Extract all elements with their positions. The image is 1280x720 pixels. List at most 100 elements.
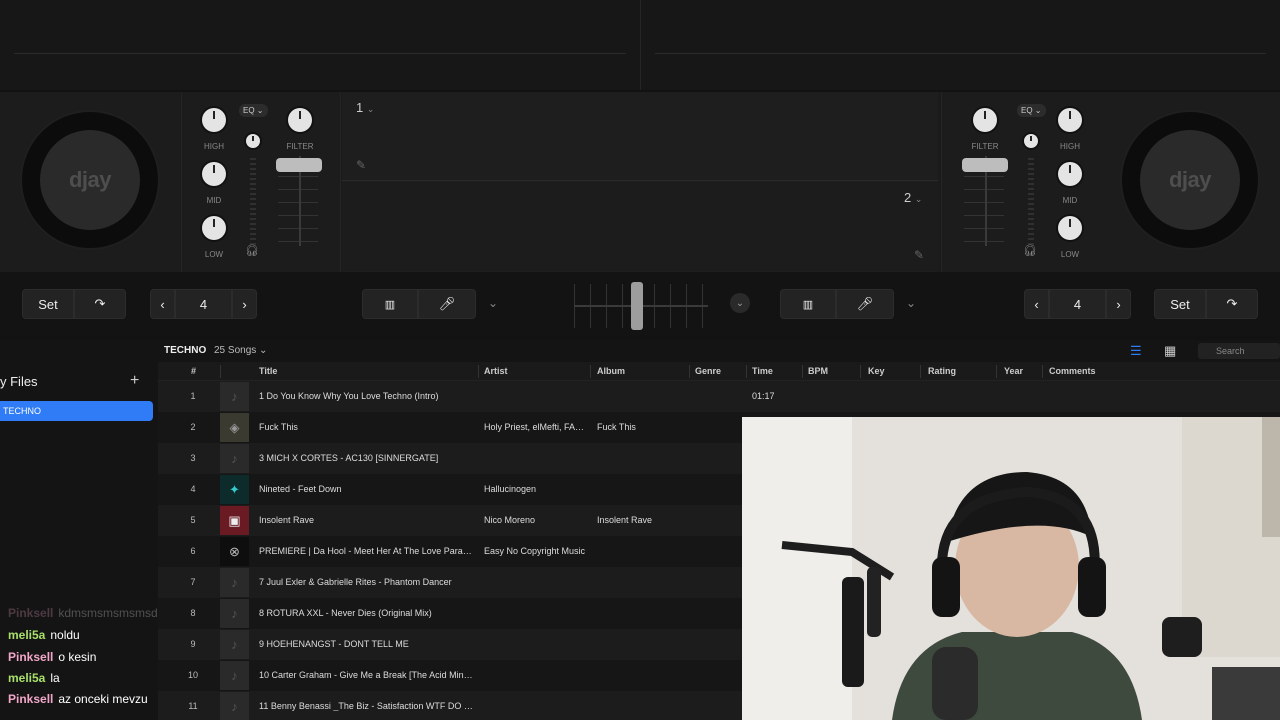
mixer-left: HIGH MID LOW EQ ⌄ 🎧︎ FILTER bbox=[181, 92, 341, 272]
turntable-left[interactable]: djay bbox=[0, 92, 180, 272]
low-knob-left[interactable] bbox=[202, 216, 226, 240]
mic-icon: 🎤︎ bbox=[856, 296, 874, 311]
track-number: 6 bbox=[190, 546, 196, 556]
volume-fader-right[interactable] bbox=[962, 158, 1008, 172]
eq-dropdown-left[interactable]: EQ ⌄ bbox=[239, 104, 268, 117]
set-button-left[interactable]: Set bbox=[22, 289, 74, 319]
music-note-icon: ♪ bbox=[220, 568, 249, 597]
low-knob-right[interactable] bbox=[1058, 216, 1082, 240]
sampler-button-left[interactable]: 🎤︎ bbox=[418, 289, 476, 319]
high-knob-left[interactable] bbox=[202, 108, 226, 132]
webcam-feed bbox=[742, 417, 1280, 720]
plus-icon[interactable]: + bbox=[130, 372, 139, 390]
gain-knob-right[interactable] bbox=[1024, 134, 1038, 148]
pencil-icon[interactable]: ✎ bbox=[914, 248, 924, 262]
column-header-number[interactable]: # bbox=[191, 366, 196, 376]
track-title: 11 Benny Benassi _The Biz - Satisfaction… bbox=[259, 701, 473, 711]
column-header-artist[interactable]: Artist bbox=[484, 366, 508, 376]
fader-ticks-left bbox=[278, 164, 318, 244]
waveform-deck-1[interactable] bbox=[0, 0, 641, 90]
headphones-icon-right[interactable]: 🎧︎ bbox=[1023, 244, 1037, 257]
playlist-title: TECHNO bbox=[164, 345, 207, 356]
search-input[interactable]: Search bbox=[1198, 343, 1280, 359]
beat-prev-button-right[interactable]: ‹ bbox=[1024, 289, 1049, 319]
chevron-down-icon[interactable]: ⌄ bbox=[488, 296, 498, 310]
album-art: ✦ bbox=[220, 475, 249, 504]
track-time: 01:17 bbox=[752, 391, 775, 401]
chevron-right-icon: › bbox=[1116, 296, 1121, 312]
deck-1-number[interactable]: 1 ⌄ bbox=[356, 100, 374, 115]
beat-next-button-left[interactable]: › bbox=[232, 289, 257, 319]
track-artist: Nico Moreno bbox=[484, 515, 536, 525]
track-title: 10 Carter Graham - Give Me a Break [The … bbox=[259, 670, 473, 680]
track-title: 8 ROTURA XXL - Never Dies (Original Mix) bbox=[259, 608, 432, 618]
chat-message: meli5a la bbox=[8, 671, 60, 685]
filter-label-left: FILTER bbox=[286, 142, 314, 151]
track-artist: Hallucinogen bbox=[484, 484, 537, 494]
column-header-title[interactable]: Title bbox=[259, 366, 277, 376]
chat-message: meli5a noldu bbox=[8, 628, 80, 642]
column-header-time[interactable]: Time bbox=[752, 366, 773, 376]
filter-knob-left[interactable] bbox=[288, 108, 312, 132]
platter-right[interactable]: djay bbox=[1120, 110, 1260, 250]
filter-knob-right[interactable] bbox=[973, 108, 997, 132]
chat-message: Pinksell kdmsmsmsmsmsd bbox=[8, 606, 158, 620]
volume-fader-left[interactable] bbox=[276, 158, 322, 172]
mid-knob-left[interactable] bbox=[202, 162, 226, 186]
track-number: 2 bbox=[190, 422, 196, 432]
column-header-year[interactable]: Year bbox=[1004, 366, 1023, 376]
deck-row: djay HIGH MID LOW EQ ⌄ 🎧︎ FILTER 1 ⌄ ✎ 2… bbox=[0, 92, 1280, 272]
headphones-icon-left[interactable]: 🎧︎ bbox=[245, 244, 259, 257]
high-label-left: HIGH bbox=[204, 142, 224, 151]
chat-text: kdmsmsmsmsmsd bbox=[58, 606, 158, 620]
track-album: Insolent Rave bbox=[597, 515, 653, 525]
set-button-right[interactable]: Set bbox=[1154, 289, 1206, 319]
high-knob-right[interactable] bbox=[1058, 108, 1082, 132]
track-title: PREMIERE | Da Hool - Meet Her At The Lov… bbox=[259, 546, 473, 556]
pencil-icon[interactable]: ✎ bbox=[356, 158, 366, 172]
loop-button-left[interactable]: ↷ bbox=[74, 289, 126, 319]
waveform-deck-2[interactable] bbox=[641, 0, 1280, 90]
sidebar-item-techno[interactable]: TECHNO bbox=[0, 401, 153, 421]
table-row[interactable]: 1 ♪ 1 Do You Know Why You Love Techno (I… bbox=[158, 381, 1280, 412]
column-header-album[interactable]: Album bbox=[597, 366, 625, 376]
deck-2-panel[interactable]: 2 ⌄ ✎ bbox=[342, 182, 938, 271]
chevron-down-icon[interactable]: ⌄ bbox=[906, 296, 916, 310]
column-header-key[interactable]: Key bbox=[868, 366, 885, 376]
track-number: 5 bbox=[190, 515, 196, 525]
pads-button-left[interactable]: ▥ bbox=[362, 289, 418, 319]
beat-next-button-right[interactable]: › bbox=[1106, 289, 1131, 319]
track-title: Insolent Rave bbox=[259, 515, 315, 525]
deck-2-number[interactable]: 2 ⌄ bbox=[904, 190, 922, 205]
column-header-rating[interactable]: Rating bbox=[928, 366, 956, 376]
track-album: Fuck This bbox=[597, 422, 636, 432]
beat-value-left: 4 bbox=[175, 289, 232, 319]
loop-arrow-icon: ↷ bbox=[94, 296, 106, 311]
crossfader-menu-icon[interactable]: ⌄ bbox=[730, 293, 750, 313]
gain-knob-left[interactable] bbox=[246, 134, 260, 148]
track-title: 1 Do You Know Why You Love Techno (Intro… bbox=[259, 391, 439, 401]
chat-text: la bbox=[50, 671, 60, 685]
deck-1-panel[interactable]: 1 ⌄ ✎ bbox=[342, 92, 938, 181]
eq-dropdown-right[interactable]: EQ ⌄ bbox=[1017, 104, 1046, 117]
waveform-area bbox=[0, 0, 1280, 90]
mid-knob-right[interactable] bbox=[1058, 162, 1082, 186]
low-label-left: LOW bbox=[204, 250, 224, 259]
platter-left[interactable]: djay bbox=[20, 110, 160, 250]
column-header-comments[interactable]: Comments bbox=[1049, 366, 1096, 376]
chevron-left-icon: ‹ bbox=[1034, 296, 1039, 312]
beat-prev-button-left[interactable]: ‹ bbox=[150, 289, 175, 319]
music-note-icon: ♪ bbox=[220, 692, 249, 720]
grid-view-icon[interactable]: ▦ bbox=[1164, 343, 1176, 359]
webcam-image bbox=[742, 417, 1280, 720]
turntable-right[interactable]: djay bbox=[1100, 92, 1280, 272]
loop-button-right[interactable]: ↷ bbox=[1206, 289, 1258, 319]
crossfader[interactable] bbox=[631, 282, 644, 330]
sampler-button-right[interactable]: 🎤︎ bbox=[836, 289, 894, 319]
list-view-icon[interactable]: ☰ bbox=[1130, 343, 1142, 359]
column-header-bpm[interactable]: BPM bbox=[808, 366, 828, 376]
pads-button-right[interactable]: ▥ bbox=[780, 289, 836, 319]
column-header-genre[interactable]: Genre bbox=[695, 366, 721, 376]
song-count-dropdown[interactable]: 25 Songs ⌄ bbox=[214, 345, 267, 356]
track-artist: Holy Priest, elMefti, FAC... bbox=[484, 422, 588, 432]
